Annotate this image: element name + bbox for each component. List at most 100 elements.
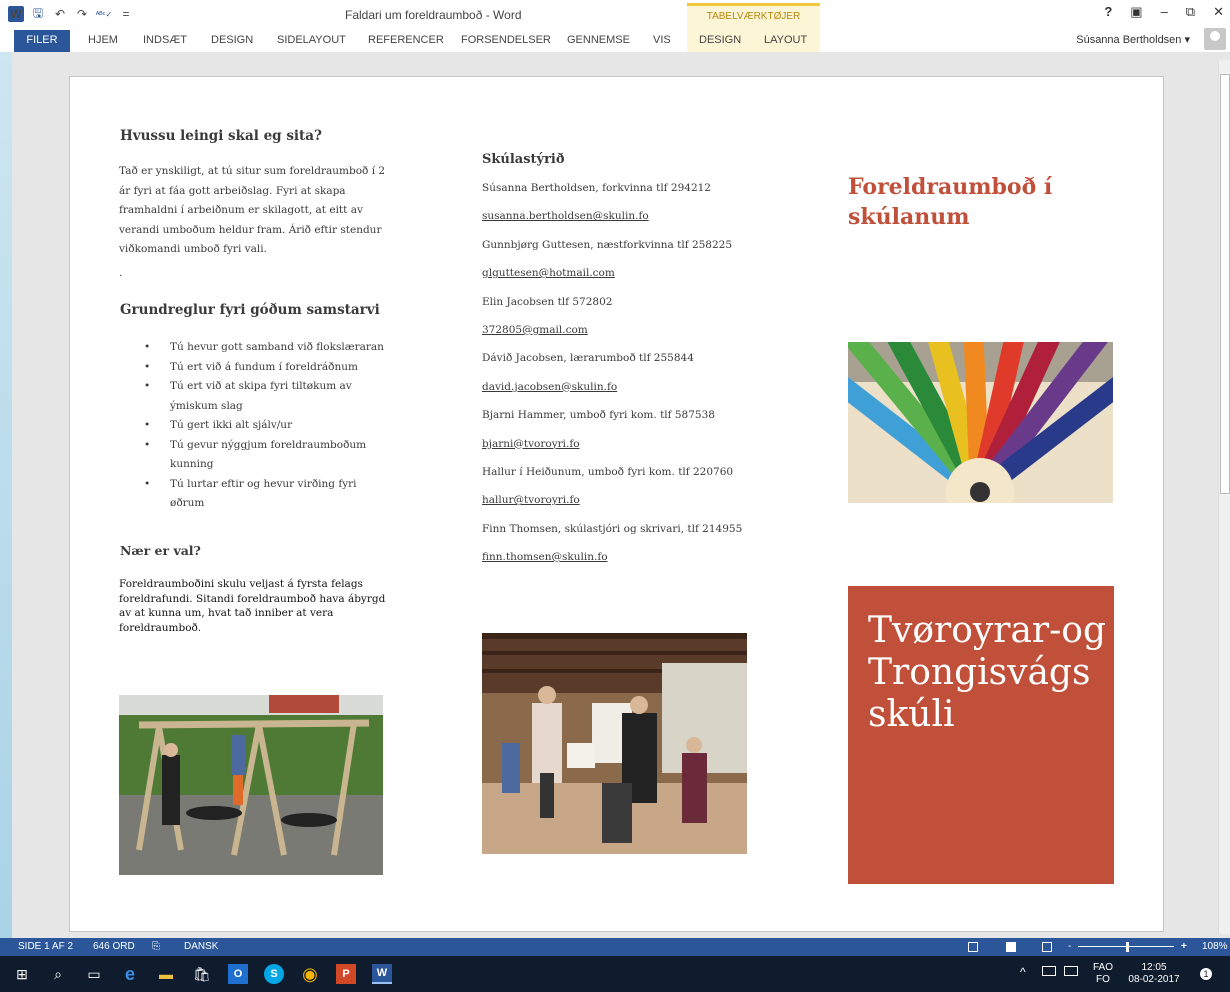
- zoom-in-button[interactable]: +: [1181, 941, 1187, 952]
- clock-date: 08-02-2017: [1128, 974, 1180, 985]
- input-language-secondary: FO: [1096, 974, 1110, 985]
- paragraph-election: Foreldraumboðini skulu veljast á fyrsta …: [119, 578, 386, 634]
- list-item: Tú ert við á fundum í foreldráðnum: [144, 358, 390, 378]
- minimize-icon[interactable]: –: [1161, 4, 1168, 20]
- heading-how-long: Hvussu leingi skal eg sita?: [120, 128, 322, 144]
- contacts-list: Súsanna Bertholdsen, forkvinna tlf 29421…: [482, 178, 762, 575]
- vertical-scrollbar[interactable]: [1218, 60, 1230, 934]
- status-bar: SIDE 1 AF 2 646 ORD ⎘ DANSK - + 108%: [0, 938, 1230, 956]
- email-link[interactable]: glguttesen@hotmail.com: [482, 263, 762, 291]
- tab-mailings[interactable]: FORSENDELSER: [451, 30, 561, 52]
- tab-table-design[interactable]: DESIGN: [689, 30, 751, 52]
- scrollbar-thumb[interactable]: [1220, 74, 1230, 494]
- search-icon[interactable]: ⌕: [48, 964, 68, 984]
- zoom-slider-knob[interactable]: [1126, 942, 1129, 952]
- email-link[interactable]: finn.thomsen@skulin.fo: [482, 547, 762, 575]
- help-icon[interactable]: ?: [1104, 4, 1112, 20]
- ribbon-display-options-icon[interactable]: ▣: [1130, 4, 1142, 20]
- tab-page-layout[interactable]: SIDELAYOUT: [267, 30, 356, 52]
- window-controls: ? ▣ – ⧉ ✕: [1104, 4, 1224, 20]
- paragraph-term-length: Tað er ynskiligt, at tú situr sum foreld…: [119, 165, 386, 255]
- heading-ground-rules: Grundreglur fyri góðum samstarvi: [120, 302, 380, 318]
- print-layout-icon[interactable]: [1006, 942, 1016, 952]
- stray-period: .: [119, 267, 123, 279]
- spelling-check-icon[interactable]: ᴬᴮᶜ✓: [96, 6, 112, 22]
- tab-view[interactable]: VIS: [643, 30, 681, 52]
- file-explorer-icon[interactable]: ▬: [156, 964, 176, 984]
- window-left-edge: [0, 52, 12, 938]
- contact-line: Dávið Jacobsen, lærarumboð tlf 255844: [482, 352, 694, 365]
- close-icon[interactable]: ✕: [1213, 4, 1224, 20]
- contact-line: Gunnbjørg Guttesen, næstforkvinna tlf 25…: [482, 238, 733, 251]
- input-language-primary: FAO: [1092, 962, 1113, 973]
- undo-icon[interactable]: ↶: [52, 6, 68, 22]
- keyboard-icon[interactable]: [1064, 966, 1078, 976]
- input-language[interactable]: FAO FO: [1090, 962, 1116, 986]
- contact-line: Finn Thomsen, skúlastjóri og skrivari, t…: [482, 522, 743, 535]
- tab-table-layout[interactable]: LAYOUT: [754, 30, 817, 52]
- outlook-icon[interactable]: O: [228, 964, 248, 984]
- redo-icon[interactable]: ↷: [74, 6, 90, 22]
- tray-chevron-icon[interactable]: ^: [1020, 966, 1026, 978]
- contact-line: Hallur í Heiðunum, umboð fyri kom. tlf 2…: [482, 465, 734, 478]
- list-item: Tú lurtar eftir og hevur virðing fyri øð…: [144, 475, 390, 514]
- window-title: Faldari um foreldraumboð - Word: [345, 8, 522, 22]
- chrome-icon[interactable]: ◉: [300, 964, 320, 984]
- edge-icon[interactable]: e: [120, 964, 140, 984]
- email-link[interactable]: bjarni@tvoroyri.fo: [482, 434, 762, 462]
- list-item: Tú gevur nýggjum foreldraumboðum kunning: [144, 436, 390, 475]
- read-mode-icon[interactable]: [968, 942, 978, 952]
- notifications-icon[interactable]: 1: [1196, 964, 1216, 984]
- list-item: Tú gert ikki alt sjálv/ur: [144, 416, 390, 436]
- clock[interactable]: 12:05 08-02-2017: [1124, 962, 1184, 986]
- tab-references[interactable]: REFERENCER: [358, 30, 454, 52]
- task-view-icon[interactable]: ▭: [84, 964, 104, 984]
- email-link[interactable]: 372805@gmail.com: [482, 320, 762, 348]
- customize-qat-icon[interactable]: =: [118, 6, 134, 22]
- title-bar: W 🖫 ↶ ↷ ᴬᴮᶜ✓ = Faldari um foreldraumboð …: [0, 0, 1230, 30]
- windows-taskbar: ⊞ ⌕ ▭ e ▬ 🛍 O S ◉ P W ^ FAO FO 12:05 08-…: [0, 956, 1230, 992]
- web-layout-icon[interactable]: [1042, 942, 1052, 952]
- email-link[interactable]: david.jacobsen@skulin.fo: [482, 377, 762, 405]
- language[interactable]: DANSK: [184, 941, 218, 952]
- page-count[interactable]: SIDE 1 AF 2: [18, 941, 73, 952]
- proofing-icon[interactable]: ⎘: [152, 941, 160, 952]
- table-tools-header: TABELVÆRKTØJER: [687, 3, 820, 30]
- school-name-box: Tvøroyrar-og Trongisvágs skúli: [848, 586, 1114, 884]
- skype-icon[interactable]: S: [264, 964, 284, 984]
- contact-line: Súsanna Bertholdsen, forkvinna tlf 29421…: [482, 182, 711, 194]
- tab-design[interactable]: DESIGN: [201, 30, 263, 52]
- list-item: Tú ert við at skipa fyri tiltøkum av ými…: [144, 377, 390, 416]
- contact-line: Elin Jacobsen tlf 572802: [482, 295, 613, 308]
- save-icon[interactable]: 🖫: [30, 6, 46, 22]
- tab-insert[interactable]: INDSÆT: [133, 30, 197, 52]
- email-link[interactable]: susanna.bertholdsen@skulin.fo: [482, 206, 762, 234]
- heading-when-election: Nær er val?: [120, 543, 201, 558]
- school-name: Tvøroyrar-og Trongisvágs skúli: [868, 610, 1107, 735]
- start-icon[interactable]: ⊞: [12, 964, 32, 984]
- heading-school-board: Skúlastýrið: [482, 152, 565, 167]
- powerpoint-icon[interactable]: P: [336, 964, 356, 984]
- contact-line: Bjarni Hammer, umboð fyri kom. tlf 58753…: [482, 409, 715, 422]
- quick-access-toolbar: W 🖫 ↶ ↷ ᴬᴮᶜ✓ =: [8, 6, 134, 22]
- clock-time: 12:05: [1141, 962, 1167, 973]
- tab-home[interactable]: HJEM: [78, 30, 128, 52]
- notification-count: 1: [1200, 968, 1212, 980]
- tab-review[interactable]: GENNEMSE: [557, 30, 640, 52]
- ground-rules-list: Tú hevur gott samband við flokslæraran T…: [144, 338, 390, 514]
- email-link[interactable]: hallur@tvoroyri.fo: [482, 490, 762, 518]
- colored-pencils-photo: [848, 342, 1113, 503]
- word-app-icon[interactable]: W: [8, 6, 24, 22]
- zoom-out-button[interactable]: -: [1068, 941, 1071, 952]
- zoom-level[interactable]: 108%: [1202, 941, 1228, 952]
- tab-file[interactable]: FILER: [14, 30, 70, 52]
- word-count[interactable]: 646 ORD: [93, 941, 135, 952]
- avatar[interactable]: [1204, 28, 1226, 50]
- user-account-name[interactable]: Súsanna Bertholdsen ▾: [1076, 33, 1190, 46]
- store-icon[interactable]: 🛍: [192, 964, 212, 984]
- gathering-photo: [482, 633, 747, 854]
- word-taskbar-icon[interactable]: W: [372, 964, 392, 984]
- restore-icon[interactable]: ⧉: [1186, 4, 1195, 20]
- network-icon[interactable]: [1042, 966, 1056, 976]
- playground-photo: [119, 695, 383, 875]
